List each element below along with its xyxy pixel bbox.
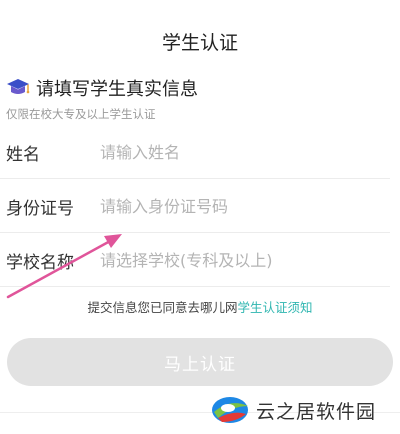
name-input[interactable] [100,142,390,162]
school-select[interactable] [100,250,390,270]
agreement-text: 提交信息您已同意去哪儿网学生认证须知 [0,297,400,316]
form-row-name: 姓名 [0,126,390,179]
watermark-logo-icon [212,397,248,423]
agreement-link[interactable]: 学生认证须知 [238,300,313,315]
agreement-prefix: 提交信息您已同意去哪儿网 [87,300,238,315]
school-label: 学校名称 [6,252,74,273]
form-row-id-number: 身份证号 [0,180,390,233]
section-title: 请填写学生真实信息 [36,79,198,100]
section-subtitle: 仅限在校大专及以上学生认证 [6,107,156,121]
form-row-school[interactable]: 学校名称 [0,234,390,287]
name-label: 姓名 [6,144,40,165]
id-number-input[interactable] [100,196,390,216]
id-number-label: 身份证号 [6,198,74,219]
watermark: 云之居软件园 [208,390,376,430]
watermark-text: 云之居软件园 [256,400,377,423]
graduation-cap-icon [7,79,30,94]
submit-button[interactable]: 马上认证 [7,338,393,386]
section-header: 请填写学生真实信息 [6,76,198,100]
page-title: 学生认证 [161,32,238,54]
